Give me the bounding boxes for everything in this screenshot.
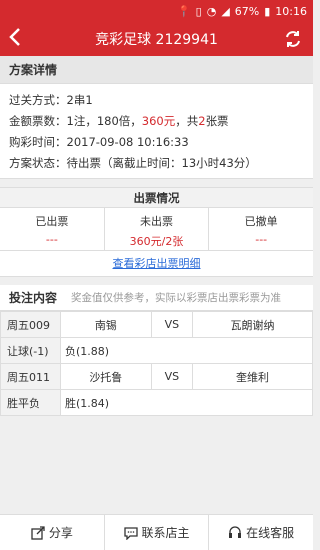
state-value: 待出票（离截止时间：13小时43分）: [66, 156, 257, 170]
play-type: 胜平负: [0, 389, 61, 416]
refresh-icon[interactable]: [283, 29, 303, 49]
pass-row: 过关方式：2串1: [9, 90, 304, 111]
table-row: 胜平负 胜(1.84): [0, 389, 313, 416]
plan-section-title: 方案详情: [0, 56, 313, 84]
pick-value: 负(1.88): [60, 337, 313, 364]
amount-label: 金额票数：: [9, 114, 67, 128]
vs-label: VS: [150, 363, 194, 390]
header: 竞彩足球 2129941: [0, 22, 313, 56]
contact-owner-button[interactable]: 联系店主: [105, 515, 210, 550]
amount-text-3: 张票: [205, 114, 229, 128]
share-button[interactable]: 分享: [0, 515, 105, 550]
home-team: 南锡: [60, 311, 152, 338]
ticket-columns: 已出票 --- 未出票 360元/2张 已撤单 ---: [0, 208, 313, 251]
home-team: 沙托鲁: [60, 363, 152, 390]
bets-note: 奖金值仅供参考，实际以彩票店出票彩票为准: [71, 292, 282, 304]
ticket-cancelled-label: 已撤单: [244, 215, 278, 228]
ticket-panel: 出票情况 已出票 --- 未出票 360元/2张 已撤单 --- 查看彩店出票明细: [0, 187, 313, 277]
ticket-pending-value: 360元/2张: [129, 235, 184, 248]
match-day: 周五009: [0, 311, 61, 338]
amount-text: 1注，180倍，: [66, 114, 142, 128]
away-team: 瓦朗谢纳: [192, 311, 313, 338]
bets-table: 周五009 南锡 VS 瓦朗谢纳 让球(-1) 负(1.88) 周五011 沙托…: [0, 311, 313, 416]
battery-icon: ▮: [264, 4, 271, 18]
vs-label: VS: [150, 311, 194, 338]
page-title-id: 2129941: [155, 32, 218, 48]
share-icon: [31, 525, 45, 540]
time-label: 购彩时间：: [9, 135, 67, 149]
ticket-pending-label: 未出票: [140, 215, 173, 228]
online-service-button[interactable]: 在线客服: [209, 515, 313, 550]
ticket-issued-label: 已出票: [35, 215, 69, 228]
back-icon[interactable]: [0, 27, 30, 51]
contact-label: 联系店主: [141, 526, 190, 540]
page-title: 竞彩足球 2129941: [0, 29, 313, 49]
table-row: 周五011 沙托鲁 VS 奎维利: [0, 363, 313, 390]
pass-value: 2串1: [66, 93, 93, 107]
table-row: 让球(-1) 负(1.88): [0, 337, 313, 364]
clock: 10:16: [275, 4, 307, 18]
time-row: 购彩时间：2017-09-08 10:16:33: [9, 132, 304, 153]
bets-header: 投注内容 奖金值仅供参考，实际以彩票店出票彩票为准: [0, 285, 313, 311]
wifi-icon: ◔: [206, 4, 217, 18]
time-value: 2017-09-08 10:16:33: [66, 135, 189, 149]
ticket-cancelled: 已撤单 ---: [209, 208, 313, 250]
ticket-cancelled-value: ---: [255, 233, 268, 246]
ticket-issued-value: ---: [45, 233, 58, 246]
page-title-prefix: 竞彩足球: [95, 32, 152, 48]
battery-text: 67%: [234, 4, 260, 18]
share-label: 分享: [48, 526, 73, 540]
state-row: 方案状态：待出票（离截止时间：13小时43分）: [9, 153, 304, 174]
amount-row: 金额票数：1注，180倍，360元，共2张票: [9, 111, 304, 132]
plan-details: 过关方式：2串1 金额票数：1注，180倍，360元，共2张票 购彩时间：201…: [0, 84, 313, 179]
chat-icon: [123, 526, 138, 540]
service-label: 在线客服: [246, 526, 295, 540]
vibrate-icon: ▯: [195, 4, 202, 18]
state-label: 方案状态：: [9, 156, 67, 170]
bottom-bar: 分享 联系店主 在线客服: [0, 514, 313, 550]
amount-text-2: ，共: [175, 114, 199, 128]
headset-icon: [229, 525, 242, 538]
ticket-issued: 已出票 ---: [0, 208, 105, 250]
pick-value: 胜(1.84): [60, 389, 313, 416]
signal-icon: ◢: [221, 4, 230, 18]
amount-money: 360元: [141, 114, 176, 128]
away-team: 奎维利: [192, 363, 313, 390]
ticket-count: 2: [198, 114, 206, 128]
play-type: 让球(-1): [0, 337, 61, 364]
ticket-pending: 未出票 360元/2张: [105, 208, 210, 250]
status-bar: 📍 ▯ ◔ ◢ 67% ▮ 10:16: [0, 0, 313, 22]
bets-title: 投注内容: [9, 291, 58, 305]
ticket-detail-link[interactable]: 查看彩店出票明细: [0, 251, 313, 277]
ticket-title: 出票情况: [0, 188, 313, 208]
table-row: 周五009 南锡 VS 瓦朗谢纳: [0, 311, 313, 338]
location-icon: 📍: [176, 4, 191, 18]
match-day: 周五011: [0, 363, 61, 390]
pass-label: 过关方式：: [9, 93, 67, 107]
